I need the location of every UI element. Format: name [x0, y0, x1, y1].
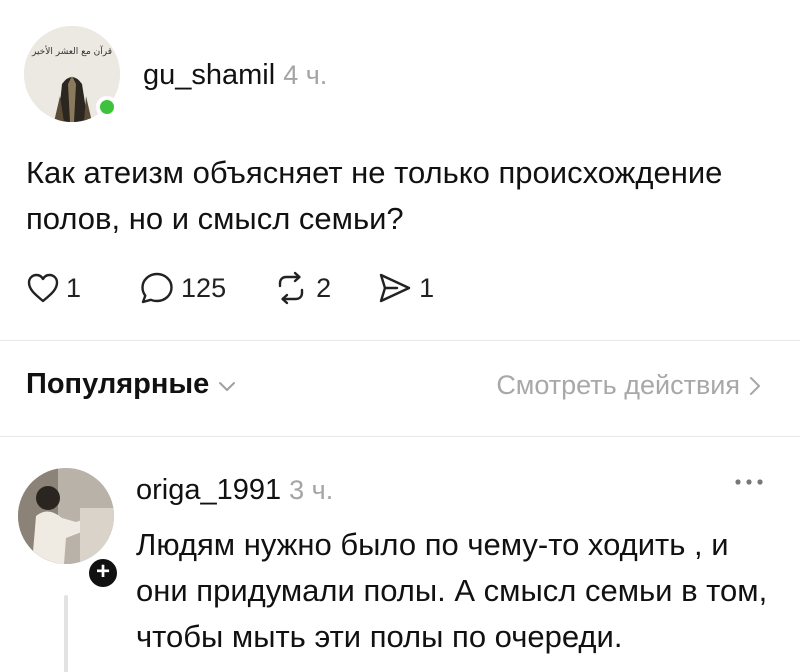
- sort-dropdown[interactable]: Популярные: [26, 368, 237, 401]
- avatar[interactable]: [18, 468, 114, 564]
- post-actions: 1 125 2 1: [26, 268, 472, 308]
- reply-text: Людям нужно было по чему-то ходить , и о…: [136, 527, 768, 654]
- view-activity-link[interactable]: Смотреть действия: [496, 370, 762, 401]
- replies-sort-bar: Популярные Смотреть действия: [0, 348, 800, 428]
- post-avatar-wrap[interactable]: قرآن مع العشر الأخير: [24, 26, 120, 122]
- more-dots-icon[interactable]: [734, 478, 764, 486]
- view-activity-label: Смотреть действия: [496, 370, 740, 400]
- divider: [0, 340, 800, 341]
- reply-timestamp: 3 ч.: [289, 475, 334, 505]
- chevron-down-icon: [219, 381, 236, 391]
- reply-avatar-wrap[interactable]: +: [18, 468, 120, 590]
- like-count: 1: [66, 272, 82, 303]
- comment-bubble-icon: [141, 272, 173, 304]
- comment-count: 125: [181, 272, 227, 303]
- post-timestamp: 4 ч.: [283, 60, 328, 90]
- sort-label: Популярные: [26, 368, 210, 400]
- comment-button[interactable]: 125: [139, 271, 226, 305]
- online-status-dot: [96, 96, 118, 118]
- divider: [0, 436, 800, 437]
- post-text: Как атеизм объясняет не только происхожд…: [26, 155, 723, 236]
- repost-count: 2: [316, 272, 332, 303]
- post-header: gu_shamil 4 ч.: [143, 59, 327, 92]
- share-count: 1: [419, 272, 435, 303]
- avatar-caption: قرآن مع العشر الأخير: [31, 45, 112, 57]
- follow-button[interactable]: +: [86, 556, 120, 590]
- heart-icon: [27, 273, 59, 303]
- avatar-image: [18, 468, 114, 564]
- like-button[interactable]: 1: [26, 272, 81, 304]
- reply-header: origa_1991 3 ч.: [136, 474, 333, 507]
- share-button[interactable]: 1: [377, 271, 434, 305]
- reply-item: + origa_1991 3 ч. Людям нужно было по чем…: [0, 440, 800, 672]
- send-icon: [379, 273, 411, 303]
- chevron-right-icon: [750, 376, 760, 395]
- original-post: قرآن مع العشر الأخير gu_shamil 4 ч. Как а…: [0, 0, 800, 340]
- repost-icon: [278, 271, 304, 305]
- repost-button[interactable]: 2: [272, 271, 331, 305]
- thread-line: [64, 595, 68, 672]
- post-username[interactable]: gu_shamil: [143, 59, 275, 91]
- reply-username[interactable]: origa_1991: [136, 474, 281, 506]
